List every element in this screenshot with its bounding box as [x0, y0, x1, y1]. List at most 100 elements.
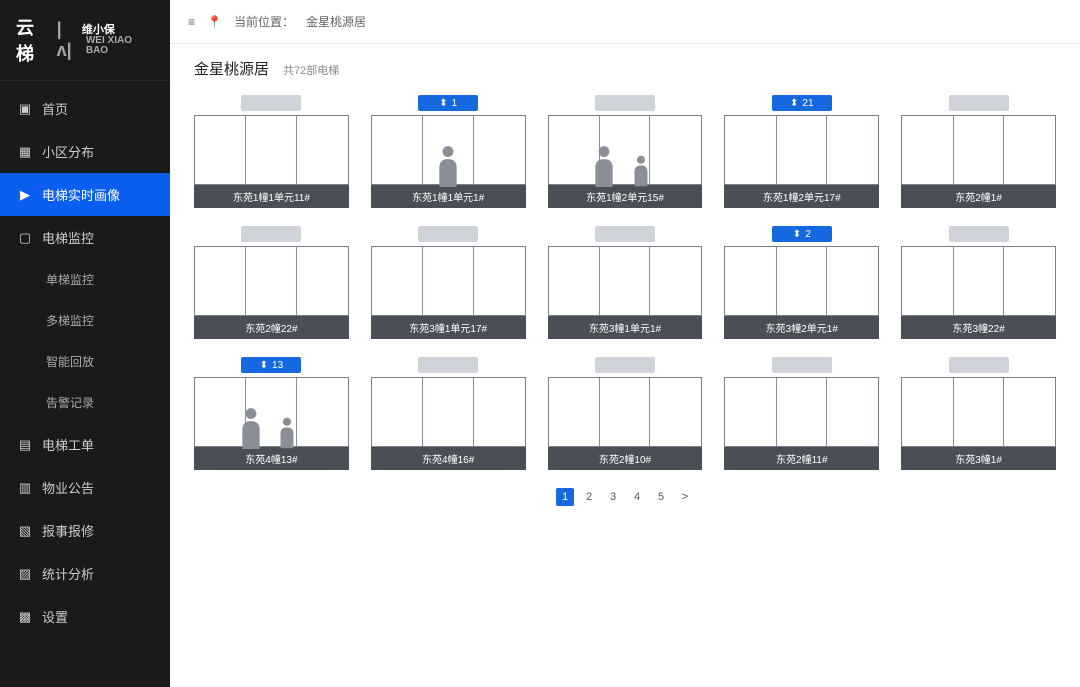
- sidebar-item-label: 电梯工单: [42, 435, 94, 454]
- arrow-icon: ⬍: [439, 98, 447, 109]
- floor-number: [977, 229, 980, 240]
- page-1[interactable]: 1: [556, 488, 574, 506]
- sidebar-subitem-单梯监控[interactable]: 单梯监控: [0, 259, 170, 300]
- person-icon: [278, 416, 298, 446]
- sidebar-item-统计分析[interactable]: ▨ 统计分析: [0, 552, 170, 595]
- elevator-label: 东苑1幢1单元11#: [194, 185, 349, 208]
- sidebar-item-label: 电梯监控: [42, 228, 94, 247]
- breadcrumb-label: 当前位置：: [234, 13, 294, 30]
- floor-number: [977, 98, 980, 109]
- elevator-door: [724, 115, 879, 185]
- elevator-card[interactable]: 东苑1幢2单元15#: [548, 95, 703, 208]
- elevator-card[interactable]: 东苑3幢1单元17#: [371, 226, 526, 339]
- floor-badge: [418, 357, 478, 373]
- floor-number: 13: [272, 360, 283, 371]
- elevator-label: 东苑4幢16#: [371, 447, 526, 470]
- elevator-door: [548, 377, 703, 447]
- elevator-card[interactable]: 东苑1幢1单元11#: [194, 95, 349, 208]
- sidebar-item-电梯实时画像[interactable]: ▶ 电梯实时画像: [0, 173, 170, 216]
- elevator-door: [548, 115, 703, 185]
- elevator-card[interactable]: ⬍ 2 东苑3幢2单元1#: [724, 226, 879, 339]
- elevator-card[interactable]: 东苑4幢16#: [371, 357, 526, 470]
- elevator-card[interactable]: ⬍ 21 东苑1幢2单元17#: [724, 95, 879, 208]
- elevator-door: [371, 246, 526, 316]
- elevator-door: [548, 246, 703, 316]
- sidebar-item-label: 小区分布: [42, 142, 94, 161]
- arrow-icon: ⬍: [790, 98, 798, 109]
- sidebar-item-label: 多梯监控: [46, 312, 94, 329]
- topbar: ≡ 📍 当前位置： 金星桃源居: [170, 0, 1080, 44]
- arrow-icon: ⬍: [793, 229, 801, 240]
- elevator-door: [371, 377, 526, 447]
- person-icon: [591, 144, 617, 184]
- elevator-card[interactable]: 东苑3幢22#: [901, 226, 1056, 339]
- floor-number: 1: [452, 98, 458, 109]
- floor-number: [270, 229, 273, 240]
- sidebar-item-报事报修[interactable]: ▧ 报事报修: [0, 509, 170, 552]
- sidebar-subitem-多梯监控[interactable]: 多梯监控: [0, 300, 170, 341]
- floor-badge: [949, 95, 1009, 111]
- floor-number: [977, 360, 980, 371]
- arrow-icon: ⬍: [260, 360, 268, 371]
- sidebar-subitem-告警记录[interactable]: 告警记录: [0, 382, 170, 423]
- grid-icon: ▦: [18, 145, 32, 159]
- floor-number: [624, 360, 627, 371]
- camera-icon: ▶: [18, 188, 32, 202]
- page-4[interactable]: 4: [628, 488, 646, 506]
- floor-badge: [595, 226, 655, 242]
- elevator-card[interactable]: 东苑3幢1单元1#: [548, 226, 703, 339]
- sidebar-item-首页[interactable]: ▣ 首页: [0, 87, 170, 130]
- sidebar-item-物业公告[interactable]: ▥ 物业公告: [0, 466, 170, 509]
- logo-brand-en: WEI XIAO BAO: [86, 36, 154, 56]
- floor-badge: [418, 226, 478, 242]
- elevator-label: 东苑2幢1#: [901, 185, 1056, 208]
- page-title: 金星桃源居: [194, 58, 269, 79]
- floor-badge: [772, 357, 832, 373]
- nav-list: ▣ 首页▦ 小区分布▶ 电梯实时画像▢ 电梯监控单梯监控多梯监控智能回放告警记录…: [0, 81, 170, 638]
- elevator-label: 东苑3幢2单元1#: [724, 316, 879, 339]
- elevator-card[interactable]: 东苑2幢10#: [548, 357, 703, 470]
- menu-icon[interactable]: ≡: [188, 15, 195, 29]
- elevator-card[interactable]: 东苑2幢11#: [724, 357, 879, 470]
- logo-brand: 维小保: [82, 25, 154, 36]
- sidebar-item-电梯工单[interactable]: ▤ 电梯工单: [0, 423, 170, 466]
- sidebar-item-label: 物业公告: [42, 478, 94, 497]
- sidebar-item-小区分布[interactable]: ▦ 小区分布: [0, 130, 170, 173]
- floor-badge: [595, 95, 655, 111]
- sidebar-item-电梯监控[interactable]: ▢ 电梯监控: [0, 216, 170, 259]
- elevator-label: 东苑3幢22#: [901, 316, 1056, 339]
- elevator-card[interactable]: 东苑3幢1#: [901, 357, 1056, 470]
- person-icon: [631, 154, 651, 184]
- floor-number: 2: [805, 229, 811, 240]
- sidebar-item-设置[interactable]: ▩ 设置: [0, 595, 170, 638]
- elevator-door: [901, 115, 1056, 185]
- floor-badge: [949, 357, 1009, 373]
- sidebar-subitem-智能回放[interactable]: 智能回放: [0, 341, 170, 382]
- elevator-card[interactable]: 东苑2幢22#: [194, 226, 349, 339]
- next-page[interactable]: >: [676, 488, 694, 506]
- elevator-card[interactable]: ⬍ 13 东苑4幢13#: [194, 357, 349, 470]
- elevator-door: [724, 377, 879, 447]
- repair-icon: ▧: [18, 524, 32, 538]
- elevator-door: [901, 246, 1056, 316]
- floor-badge: [949, 226, 1009, 242]
- page-subtitle: 共72部电梯: [283, 62, 339, 78]
- elevator-label: 东苑2幢10#: [548, 447, 703, 470]
- elevator-card[interactable]: ⬍ 1 东苑1幢1单元1#: [371, 95, 526, 208]
- page-5[interactable]: 5: [652, 488, 670, 506]
- elevator-door: [194, 246, 349, 316]
- logo-divider-icon: |ᴧ|: [57, 19, 76, 61]
- elevator-card[interactable]: 东苑2幢1#: [901, 95, 1056, 208]
- floor-number: [624, 98, 627, 109]
- sidebar: 云梯 |ᴧ| 维小保 WEI XIAO BAO ▣ 首页▦ 小区分布▶ 电梯实时…: [0, 0, 170, 687]
- sidebar-item-label: 首页: [42, 99, 68, 118]
- page-3[interactable]: 3: [604, 488, 622, 506]
- elevator-label: 东苑1幢2单元15#: [548, 185, 703, 208]
- elevator-door: [724, 246, 879, 316]
- pagination: 12345 >: [194, 488, 1056, 506]
- sidebar-item-label: 电梯实时画像: [42, 185, 120, 204]
- elevator-label: 东苑2幢22#: [194, 316, 349, 339]
- sidebar-item-label: 设置: [42, 607, 68, 626]
- floor-number: 21: [802, 98, 813, 109]
- page-2[interactable]: 2: [580, 488, 598, 506]
